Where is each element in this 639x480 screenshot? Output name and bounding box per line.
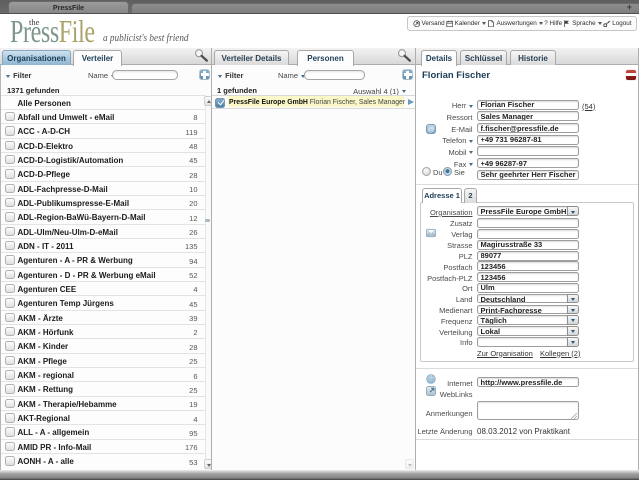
svg-text:@: @: [427, 126, 434, 133]
